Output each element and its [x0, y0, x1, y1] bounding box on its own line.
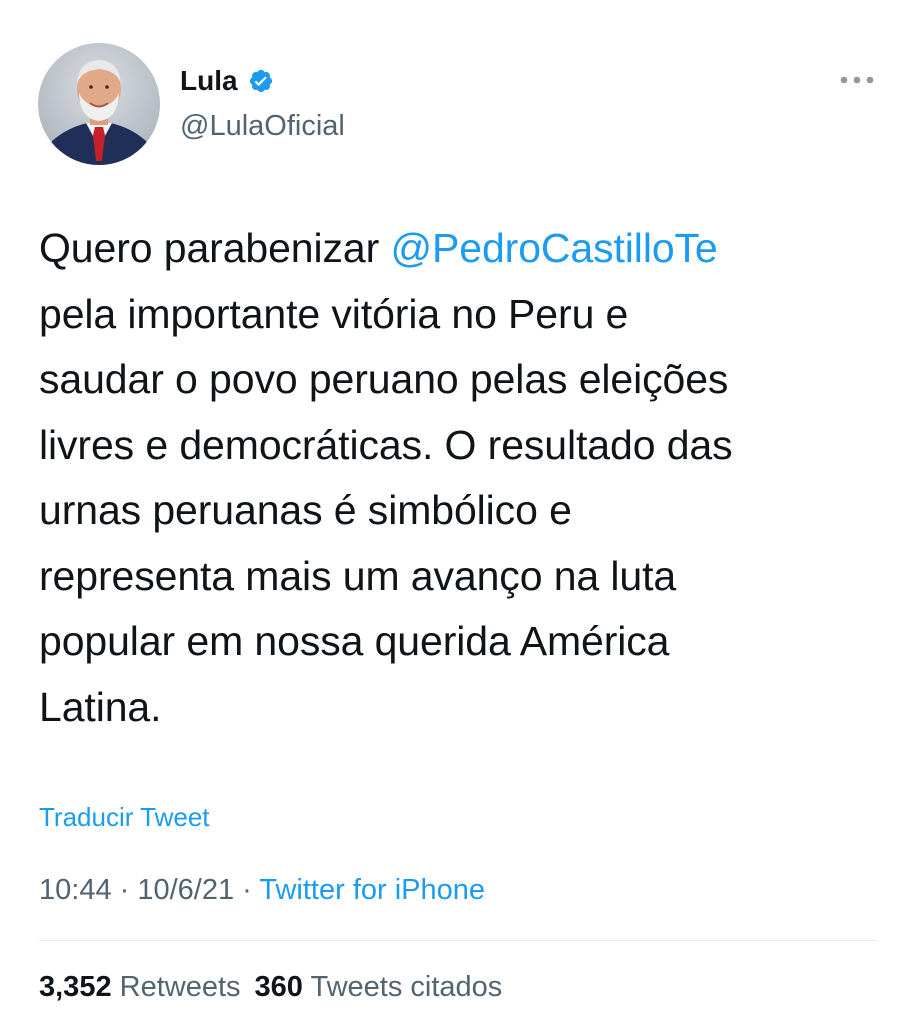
divider: [39, 940, 877, 941]
mention-link[interactable]: @PedroCastilloTe: [390, 225, 717, 271]
meta-separator: ·: [111, 874, 138, 906]
tweet-line: saudar o povo peruano pelas eleições: [39, 356, 729, 402]
tweet-line: representa mais um avanço na luta: [39, 552, 677, 599]
tweet-line: urnas peruanas é simbólico e: [39, 487, 572, 533]
translate-tweet-link[interactable]: Traducir Tweet: [39, 800, 210, 834]
more-options-icon[interactable]: [836, 66, 878, 94]
tweet-meta: 10:44 · 10/6/21 · Twitter for iPhone: [39, 871, 485, 909]
tweet-source-link[interactable]: Twitter for iPhone: [259, 874, 485, 906]
tweet-time[interactable]: 10:44: [39, 874, 112, 906]
author-display-name[interactable]: Lula: [180, 64, 238, 98]
tweet-date[interactable]: 10/6/21: [137, 874, 234, 906]
quote-tweets-stat[interactable]: 360 Tweets citados: [255, 971, 503, 1003]
tweet-line: livres e democráticas. O resultado das: [39, 421, 733, 468]
quote-tweets-count: 360: [254, 971, 303, 1003]
tweet-text: Quero parabenizar @PedroCastilloTe pela …: [39, 216, 889, 740]
retweets-label: Retweets: [119, 971, 241, 1003]
tweet-line: Quero parabenizar @PedroCastilloTe: [39, 216, 889, 282]
tweet-stats: 3,352 Retweets 360 Tweets citados: [39, 968, 502, 1006]
retweets-count: 3,352: [39, 971, 112, 1003]
author-name-row: Lula: [180, 64, 274, 98]
tweet-line: pela importante vitória no Peru e: [39, 290, 629, 337]
tweet-line-text: Quero parabenizar: [39, 225, 391, 271]
avatar[interactable]: [38, 43, 160, 165]
tweet-line: Latina.: [39, 683, 162, 730]
avatar-image: [38, 43, 160, 165]
meta-separator: ·: [234, 874, 260, 906]
retweets-stat[interactable]: 3,352 Retweets: [39, 971, 241, 1003]
tweet-line: popular em nossa querida América: [39, 618, 670, 664]
author-handle[interactable]: @LulaOficial: [180, 108, 345, 144]
quote-tweets-label: Tweets citados: [310, 971, 503, 1003]
tweet: Lula @LulaOficial Quero parabenizar @Ped…: [0, 0, 915, 1024]
verified-badge-icon: [248, 68, 274, 94]
